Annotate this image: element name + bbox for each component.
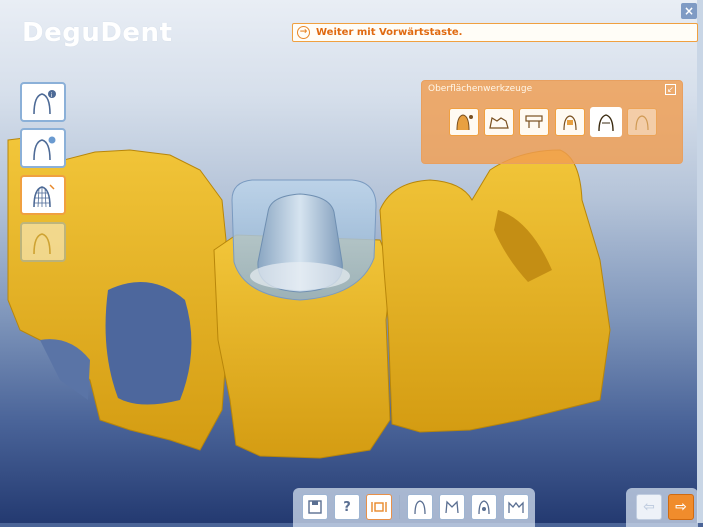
hint-bar: → Weiter mit Vorwärtstaste. [292,23,698,42]
toolbar-separator [399,495,400,519]
material-add-tool-button[interactable] [449,108,479,136]
tooth-info-icon: i [33,90,56,115]
arrow-left-icon: ⇦ [643,499,655,515]
hint-text: Weiter mit Vorwärtstaste. [316,27,463,38]
close-button[interactable]: × [681,3,697,19]
adapt-icon [563,115,577,131]
shape-icon [598,114,614,132]
shape-tool-button[interactable] [590,107,622,137]
arrow-right-icon: → [297,26,310,39]
brand-logo: DeguDent [22,18,173,48]
tooth-mesh-icon [33,184,55,208]
back-button[interactable]: ⇦ [636,494,662,520]
view-fit-button[interactable] [366,494,392,520]
help-button[interactable]: ? [334,494,360,520]
morph-tool-button[interactable] [627,108,657,136]
tooth-settings-button[interactable] [20,128,66,168]
tooth-mesh-button[interactable] [20,175,66,215]
cut-icon [525,115,543,128]
tooth-shape-icon [33,233,51,255]
tooth-view-icon [414,500,426,515]
view-buccal-button[interactable] [471,494,497,520]
tooth-settings-icon [33,136,56,161]
adapt-tool-button[interactable] [555,108,585,136]
scan-gap [105,282,192,405]
view-fit-icon [371,502,387,512]
tooth-info-button[interactable]: i [20,82,66,122]
arrow-right-icon: ⇨ [675,499,687,515]
smooth-icon [489,117,509,129]
smooth-tool-button[interactable] [484,108,514,136]
panel-minimize-button[interactable]: ↙ [665,84,676,95]
panel-title: Oberflächenwerkzeuge [428,84,533,94]
forward-button[interactable]: ⇨ [668,494,694,520]
view-mesial-button[interactable] [439,494,465,520]
jaw-view-icon [445,500,459,514]
full-jaw-icon [508,501,524,513]
tooth-shape-button[interactable] [20,222,66,262]
save-icon [308,500,322,514]
cut-tool-button[interactable] [519,108,549,136]
view-full-jaw-button[interactable] [503,494,529,520]
material-add-icon [456,114,473,131]
view-occlusal-button[interactable] [407,494,433,520]
save-button[interactable] [302,494,328,520]
morph-icon [635,115,649,131]
tooth-front-icon [478,500,490,515]
tooth-model-right [379,149,611,433]
